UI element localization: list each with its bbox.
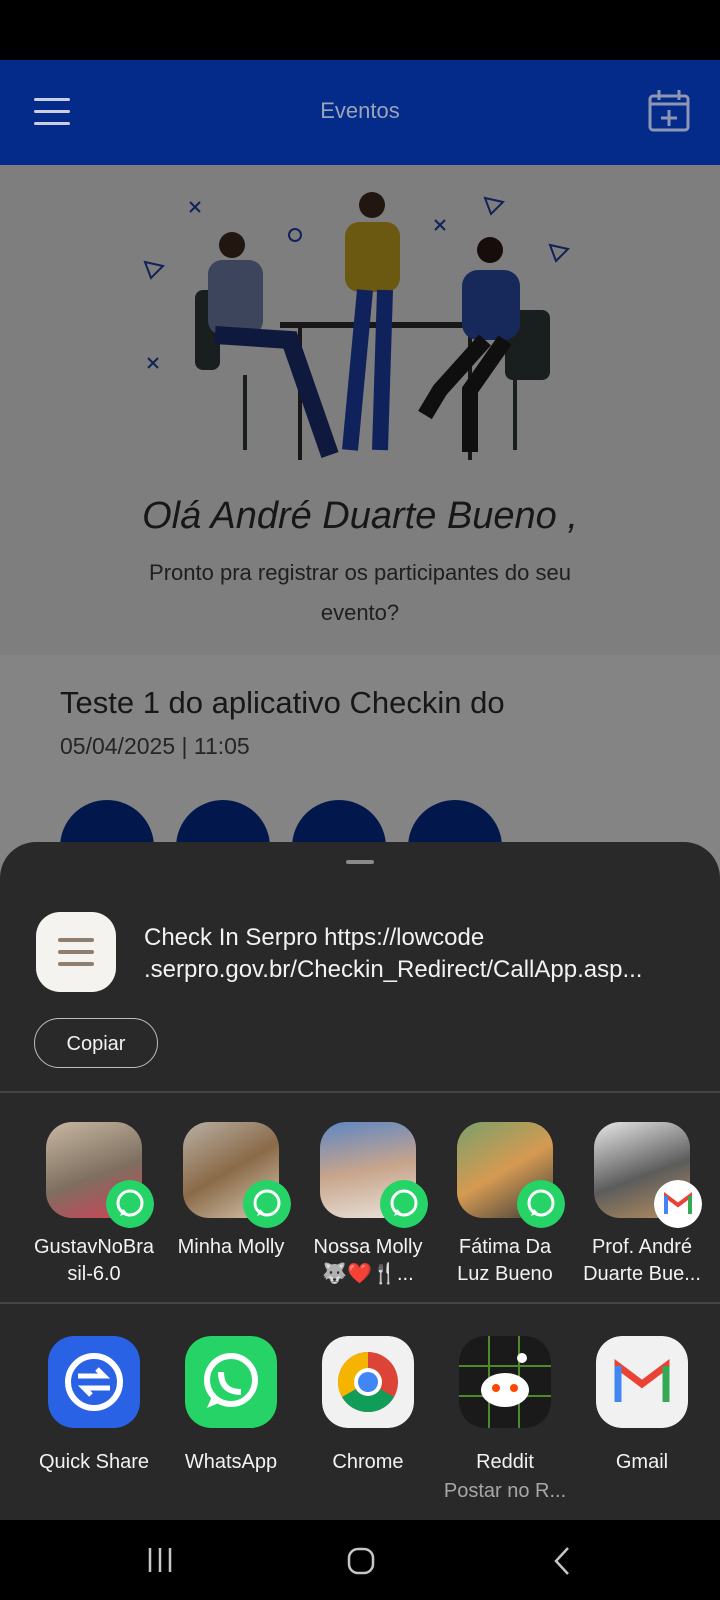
contact-name: GustavNoBra sil-6.0	[33, 1236, 155, 1285]
contact-target[interactable]: Minha Molly	[163, 1122, 299, 1261]
gmail-icon	[654, 1180, 702, 1228]
chrome-icon	[322, 1336, 414, 1428]
whatsapp-icon	[243, 1180, 291, 1228]
app-target-chrome[interactable]: Chrome	[300, 1336, 436, 1474]
app-label: Reddit	[476, 1451, 534, 1473]
app-label: Gmail	[615, 1451, 669, 1473]
shared-link-text: Check In Serpro https://lowcode .serpro.…	[144, 924, 643, 983]
app-target-whatsapp[interactable]: WhatsApp	[163, 1336, 299, 1474]
whatsapp-icon	[517, 1180, 565, 1228]
system-nav-bar	[0, 1520, 720, 1600]
contact-target[interactable]: Nossa Molly 🐺❤️🍴...	[300, 1122, 436, 1288]
contact-target[interactable]: Prof. André Duarte Bue...	[574, 1122, 710, 1288]
list-icon	[36, 912, 116, 992]
contact-name: Nossa Molly 🐺❤️🍴...	[313, 1236, 423, 1285]
back-icon[interactable]	[552, 1546, 574, 1576]
app-sublabel: Postar no R...	[443, 1480, 567, 1502]
whatsapp-icon	[106, 1180, 154, 1228]
contact-name: Minha Molly	[177, 1236, 285, 1258]
contact-name: Fátima Da Luz Bueno	[457, 1236, 553, 1285]
reddit-icon	[459, 1336, 551, 1428]
divider	[0, 1091, 720, 1093]
contact-avatar	[46, 1122, 154, 1228]
contact-name: Prof. André Duarte Bue...	[583, 1236, 701, 1285]
contact-avatar	[594, 1122, 702, 1228]
status-bar	[0, 0, 720, 60]
app-label: Quick Share	[38, 1451, 150, 1473]
page-title: Eventos	[320, 98, 400, 123]
app-label: Chrome	[332, 1451, 404, 1473]
contact-target[interactable]: Fátima Da Luz Bueno	[437, 1122, 573, 1288]
contact-avatar	[183, 1122, 291, 1228]
contact-avatar	[457, 1122, 565, 1228]
contact-target[interactable]: GustavNoBra sil-6.0	[26, 1122, 162, 1288]
app-bar: Eventos	[0, 60, 720, 165]
divider	[0, 1302, 720, 1304]
contact-avatar	[320, 1122, 428, 1228]
sheet-drag-handle[interactable]	[346, 860, 374, 864]
whatsapp-icon	[185, 1336, 277, 1428]
app-label: WhatsApp	[184, 1451, 278, 1473]
copy-button[interactable]: Copiar	[34, 1018, 158, 1068]
quick-share-icon	[48, 1336, 140, 1428]
recent-apps-icon[interactable]	[146, 1546, 174, 1574]
gmail-icon	[596, 1336, 688, 1428]
calendar-add-icon[interactable]	[648, 88, 690, 132]
whatsapp-icon	[380, 1180, 428, 1228]
home-icon[interactable]	[346, 1546, 376, 1576]
app-target-gmail[interactable]: Gmail	[574, 1336, 710, 1474]
app-target-reddit[interactable]: Reddit Postar no R...	[437, 1336, 573, 1503]
app-target-quick-share[interactable]: Quick Share	[26, 1336, 162, 1474]
